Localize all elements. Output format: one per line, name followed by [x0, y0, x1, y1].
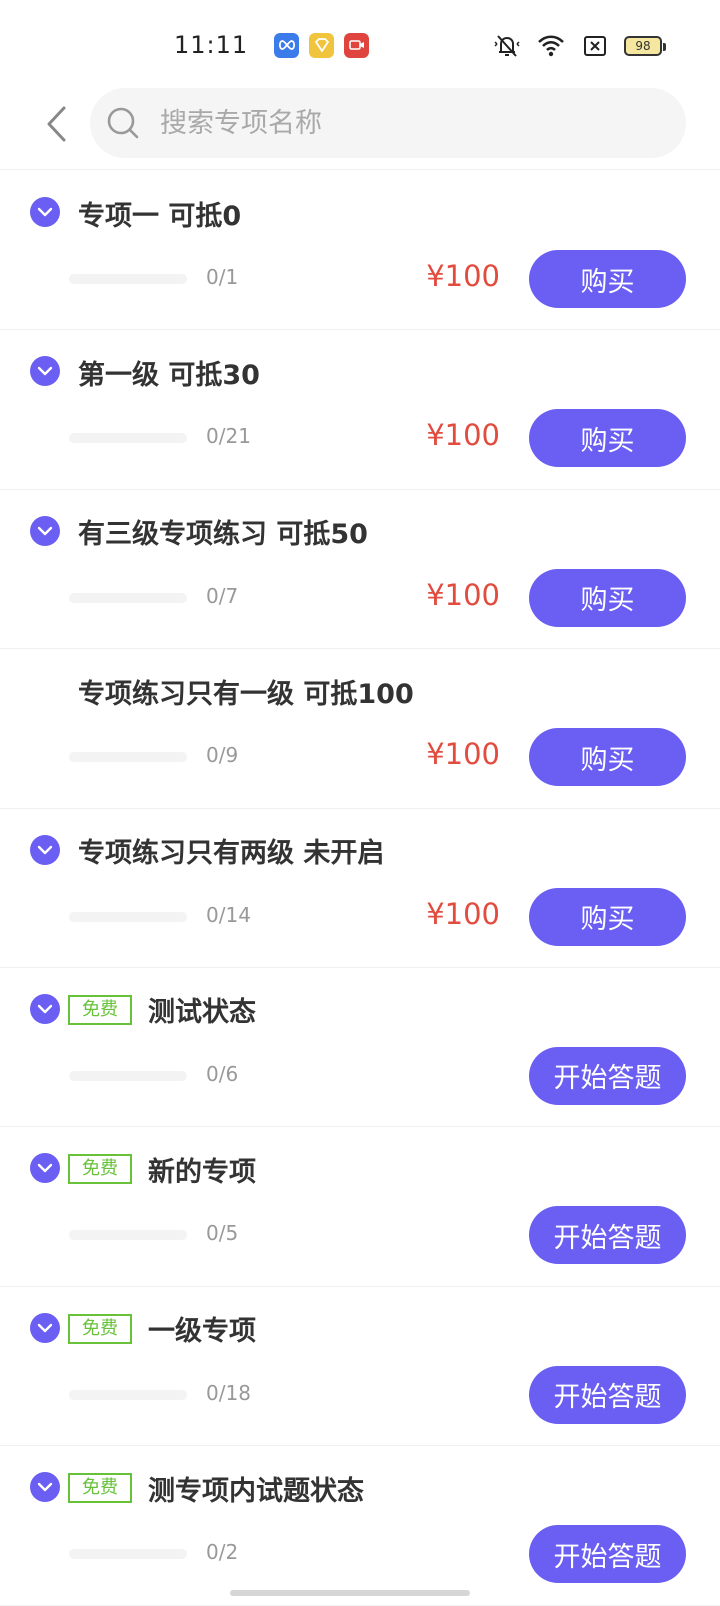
item-title: 测专项内试题状态 [148, 1475, 364, 1507]
home-indicator [230, 1590, 470, 1596]
special-topic-list: 专项一 可抵0 0/1 ¥100 购买 第一级 可抵30 0/21 ¥100 购买 有三级专项练… [0, 171, 720, 1606]
progress-bar [69, 752, 187, 763]
expand-chevron-icon[interactable] [30, 515, 60, 546]
list-item[interactable]: 免费 一级专项 0/18 开始答题 [0, 1287, 720, 1447]
diamond-app-icon [309, 32, 335, 58]
free-badge: 免费 [68, 1154, 132, 1185]
list-item[interactable]: 有三级专项练习 可抵50 0/7 ¥100 购买 [0, 490, 720, 650]
item-title: 第一级 可抵30 [78, 359, 260, 391]
search-box[interactable] [90, 88, 686, 158]
start-quiz-button[interactable]: 开始答题 [529, 1365, 686, 1424]
back-button[interactable] [36, 102, 76, 146]
item-title-row: 免费 测专项内试题状态 [68, 1468, 364, 1508]
progress-bar [69, 911, 187, 922]
progress-bar [69, 433, 187, 444]
expand-chevron-icon[interactable] [30, 993, 60, 1024]
item-title: 专项练习只有两级 未开启 [78, 838, 385, 870]
price-label: ¥100 [426, 737, 500, 772]
progress-count: 0/1 [206, 265, 239, 289]
buy-button[interactable]: 购买 [529, 568, 686, 627]
buy-button[interactable]: 购买 [529, 250, 686, 308]
item-title-row: 有三级专项练习 可抵50 [68, 512, 368, 552]
free-badge: 免费 [68, 1473, 132, 1504]
free-badge: 免费 [68, 994, 132, 1025]
item-title-row: 免费 一级专项 [68, 1309, 256, 1349]
progress-bar [69, 1230, 187, 1241]
status-time: 11:11 [174, 31, 249, 59]
progress-count: 0/7 [206, 583, 239, 608]
status-right: 98 [492, 32, 666, 60]
progress-bar [69, 592, 187, 603]
status-bar: 11:11 98 [0, 0, 720, 90]
price-label: ¥100 [426, 259, 500, 293]
list-item[interactable]: 专项一 可抵0 0/1 ¥100 购买 [0, 171, 720, 331]
infinity-app-icon [274, 32, 300, 58]
list-item[interactable]: 免费 测试状态 0/6 开始答题 [0, 968, 720, 1128]
list-item[interactable]: 免费 新的专项 0/5 开始答题 [0, 1127, 720, 1287]
progress-count: 0/6 [206, 1061, 239, 1086]
progress-count: 0/21 [206, 424, 251, 449]
progress-bar [69, 1389, 187, 1400]
buy-button[interactable]: 购买 [529, 409, 686, 468]
no-sim-icon [580, 32, 610, 60]
progress-count: 0/9 [206, 743, 239, 768]
header [0, 88, 720, 170]
mute-bell-icon [492, 32, 522, 60]
expand-chevron-icon[interactable] [30, 834, 60, 865]
item-title-row: 免费 新的专项 [68, 1149, 256, 1189]
progress-bar [69, 1549, 187, 1560]
item-title: 测试状态 [148, 997, 256, 1029]
price-label: ¥100 [426, 577, 500, 612]
item-title: 专项练习只有一级 可抵100 [78, 678, 414, 710]
price-label: ¥100 [426, 896, 500, 931]
search-icon [107, 107, 139, 139]
item-title-row: 第一级 可抵30 [68, 352, 260, 392]
start-quiz-button[interactable]: 开始答题 [529, 1046, 686, 1105]
list-item[interactable]: 专项练习只有一级 可抵100 0/9 ¥100 购买 [0, 649, 720, 809]
video-app-icon [344, 32, 370, 58]
progress-count: 0/5 [206, 1221, 239, 1246]
list-item[interactable]: 专项练习只有两级 未开启 0/14 ¥100 购买 [0, 809, 720, 968]
expand-chevron-icon[interactable] [30, 1312, 60, 1343]
price-label: ¥100 [426, 418, 500, 453]
list-item[interactable]: 第一级 可抵30 0/21 ¥100 购买 [0, 330, 720, 490]
progress-count: 0/18 [206, 1380, 251, 1405]
item-title: 一级专项 [148, 1316, 256, 1348]
battery-indicator: 98 [624, 36, 666, 56]
buy-button[interactable]: 购买 [529, 887, 686, 946]
progress-bar [69, 1070, 187, 1081]
list-item[interactable]: 免费 测专项内试题状态 0/2 开始答题 [0, 1446, 720, 1606]
start-quiz-button[interactable]: 开始答题 [529, 1206, 686, 1265]
expand-chevron-icon[interactable] [30, 1472, 60, 1503]
item-title-row: 免费 测试状态 [68, 990, 256, 1030]
progress-count: 0/2 [206, 1540, 239, 1565]
status-apps [274, 32, 370, 58]
expand-chevron-icon[interactable] [30, 356, 60, 387]
wifi-icon [536, 32, 566, 60]
expand-chevron-icon[interactable] [30, 197, 60, 227]
item-title: 专项一 可抵0 [78, 200, 242, 232]
start-quiz-button[interactable]: 开始答题 [529, 1525, 686, 1584]
item-title-row: 专项练习只有两级 未开启 [68, 831, 384, 871]
item-title-row: 专项一 可抵0 [68, 193, 241, 233]
chevron-left-icon [47, 106, 66, 142]
progress-bar [69, 274, 187, 284]
item-title: 新的专项 [148, 1156, 256, 1188]
expand-chevron-icon[interactable] [30, 1153, 60, 1184]
free-badge: 免费 [68, 1313, 132, 1344]
progress-count: 0/14 [206, 902, 251, 927]
item-title: 有三级专项练习 可抵50 [78, 519, 368, 551]
buy-button[interactable]: 购买 [529, 728, 686, 787]
item-title-row: 专项练习只有一级 可抵100 [68, 671, 414, 711]
search-input[interactable] [158, 106, 638, 140]
